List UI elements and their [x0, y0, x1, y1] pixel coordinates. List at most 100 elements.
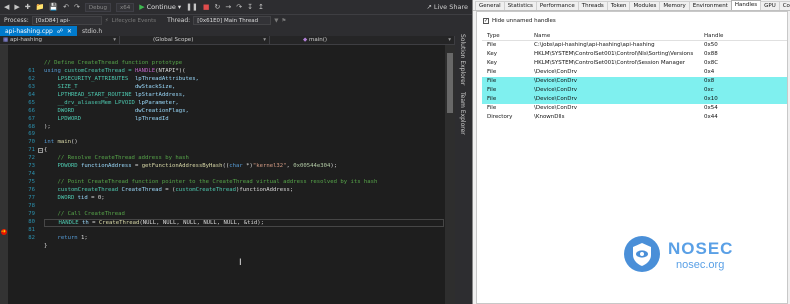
tab-general[interactable]: General [475, 1, 505, 10]
source-code: // Define CreateThread function prototyp… [44, 60, 444, 251]
line-number [8, 60, 38, 68]
nosec-subtitle: nosec.org [676, 259, 725, 271]
tab-statistics[interactable]: Statistics [503, 1, 537, 10]
table-row-selected[interactable]: File \Device\ConDrv 0xc [482, 86, 787, 95]
vs-toolbar: ◀ ▶ ✚ 📁 💾 ↶ ↷ Debug x64 ▶ Continue ▾ ❚❚ … [0, 0, 472, 14]
member-dropdown[interactable]: ◆ main() ▾ [270, 36, 455, 44]
tab-modules[interactable]: Modules [629, 1, 661, 10]
column-header-name[interactable]: Name [534, 32, 704, 40]
live-share-button[interactable]: ↗ Live Share [426, 3, 468, 11]
table-row-selected[interactable]: File \Device\ConDrv 0x10 [482, 95, 787, 104]
open-folder-icon[interactable]: 📁 [36, 0, 45, 14]
tab-api-hashing-cpp[interactable]: api-hashing.cpp ☍ ✕ [0, 26, 77, 36]
table-row[interactable]: File \Device\ConDrv 0x54 [482, 104, 787, 113]
table-row[interactable]: File C:\jobs\api-hashing\api-hashing\api… [482, 41, 787, 50]
redo-icon[interactable]: ↷ [74, 0, 80, 14]
indicator-margin[interactable] [0, 45, 8, 304]
process-dropdown[interactable]: [0xD84] api-hashing.exe [31, 16, 102, 32]
tab-memory[interactable]: Memory [659, 1, 690, 10]
show-next-statement-icon[interactable]: → [225, 0, 231, 14]
cell-handle: 0x8 [704, 78, 715, 84]
code-type: SIZE_T [44, 83, 78, 90]
column-header-type[interactable]: Type [482, 32, 534, 40]
tab-handles[interactable]: Handles [730, 0, 762, 10]
flag-icon[interactable]: ⚑ [281, 18, 286, 24]
code-text: ); [330, 163, 338, 170]
lifecycle-events-icon[interactable]: ⚡ [105, 18, 109, 24]
pause-icon[interactable]: ❚❚ [186, 0, 198, 14]
continue-button[interactable]: ▶ Continue ▾ [139, 3, 181, 11]
chevron-down-icon: ▾ [177, 3, 182, 11]
close-icon[interactable]: ✕ [67, 28, 72, 35]
code-line: LPDWORD lpThreadId [44, 116, 444, 124]
table-row-selected[interactable]: File \Device\ConDrv 0x8 [482, 77, 787, 86]
cell-type: File [487, 42, 497, 48]
back-icon[interactable]: ◀ [4, 0, 9, 14]
tab-environment[interactable]: Environment [688, 1, 732, 10]
restart-icon[interactable]: ↻ [214, 0, 220, 14]
table-row[interactable]: Key HKLM\SYSTEM\ControlSet001\Control\Se… [482, 59, 787, 68]
step-over-icon[interactable]: ↷ [236, 0, 242, 14]
cell-handle: 0x88 [704, 51, 718, 57]
side-tab-solution-explorer[interactable]: Solution Explorer [459, 34, 466, 85]
thread-dropdown[interactable]: [0x61E0] Main Thread [193, 16, 272, 25]
filter-icon[interactable]: ▼ [274, 18, 278, 24]
code-param: lpStartAddress, [131, 91, 186, 98]
tab-performance[interactable]: Performance [535, 1, 579, 10]
new-project-icon[interactable]: ✚ [25, 0, 31, 14]
side-tab-team-explorer[interactable]: Team Explorer [459, 92, 466, 135]
code-param: dwCreationFlags, [74, 107, 189, 114]
cell-type: Directory [487, 114, 513, 120]
tab-stdio-h[interactable]: stdio.h [77, 26, 107, 36]
cell-name: \Device\ConDrv [534, 78, 577, 84]
hide-unnamed-checkbox[interactable]: ✓ [483, 18, 489, 24]
continue-label: Continue [146, 3, 176, 11]
save-all-icon[interactable]: 💾 [49, 0, 58, 14]
scope-dropdown[interactable]: (Global Scope) ▾ [120, 36, 270, 44]
line-number: 73 [28, 163, 35, 170]
stop-icon[interactable]: ■ [203, 0, 210, 14]
process-label: Process: [4, 17, 29, 24]
debug-location-bar: Process: [0xD84] api-hashing.exe ⚡ Lifec… [0, 14, 472, 32]
code-text: = 0; [87, 194, 105, 201]
step-out-icon[interactable]: ↥ [258, 0, 264, 14]
code-type: __drv_aliasesMem LPVOID [44, 99, 135, 106]
scrollbar-thumb[interactable] [447, 53, 453, 113]
table-row[interactable]: Directory \KnownDlls 0x44 [482, 113, 787, 122]
tab-comment[interactable]: Comment [778, 1, 790, 10]
tab-threads[interactable]: Threads [577, 1, 608, 10]
code-keyword: using [44, 67, 61, 74]
chevron-down-icon: ▾ [263, 37, 266, 43]
cell-type: File [487, 105, 497, 111]
platform-dropdown[interactable]: x64 [115, 2, 135, 12]
pin-icon[interactable]: ☍ [57, 28, 63, 35]
undo-icon[interactable]: ↶ [63, 0, 69, 14]
tab-label: api-hashing.cpp [5, 27, 53, 35]
code-line: DWORD tid = 0; [44, 195, 444, 203]
forward-icon[interactable]: ▶ [14, 0, 19, 14]
handles-table: Type Name Handle File C:\jobs\api-hashin… [482, 32, 787, 122]
lifecycle-events-label[interactable]: Lifecycle Events [112, 18, 157, 24]
live-share-label: Live Share [433, 3, 468, 11]
code-text: = [131, 163, 142, 170]
code-line: return 1; [44, 235, 444, 243]
code-type: PDWORD [44, 163, 78, 170]
hide-unnamed-handles-option[interactable]: ✓ Hide unnamed handles [483, 18, 556, 24]
step-into-icon[interactable]: ↧ [247, 0, 253, 14]
cell-name: \Device\ConDrv [534, 87, 577, 93]
column-header-handle[interactable]: Handle [704, 32, 744, 40]
scope-label: (Global Scope) [153, 37, 194, 43]
tab-token[interactable]: Token [606, 1, 631, 10]
code-param: lpParameter, [134, 99, 179, 106]
code-editor[interactable]: 61 62 63 64 65 66 67 68 69 70 71 72 73 7… [0, 45, 455, 304]
project-dropdown[interactable]: ▦ api-hashing ▾ [0, 36, 120, 44]
line-number: 64 [28, 91, 35, 98]
tab-gpu[interactable]: GPU [760, 1, 780, 10]
table-row[interactable]: Key HKLM\SYSTEM\ControlSet001\Control\Nl… [482, 50, 787, 59]
table-row[interactable]: File \Device\ConDrv 0x4 [482, 68, 787, 77]
vertical-scrollbar[interactable] [445, 45, 455, 304]
fold-toggle-icon[interactable]: − [38, 148, 43, 153]
code-comment: // Point CreateThread function pointer t… [44, 179, 378, 186]
cpp-icon: ▦ [3, 37, 9, 43]
configuration-dropdown[interactable]: Debug [84, 2, 111, 12]
